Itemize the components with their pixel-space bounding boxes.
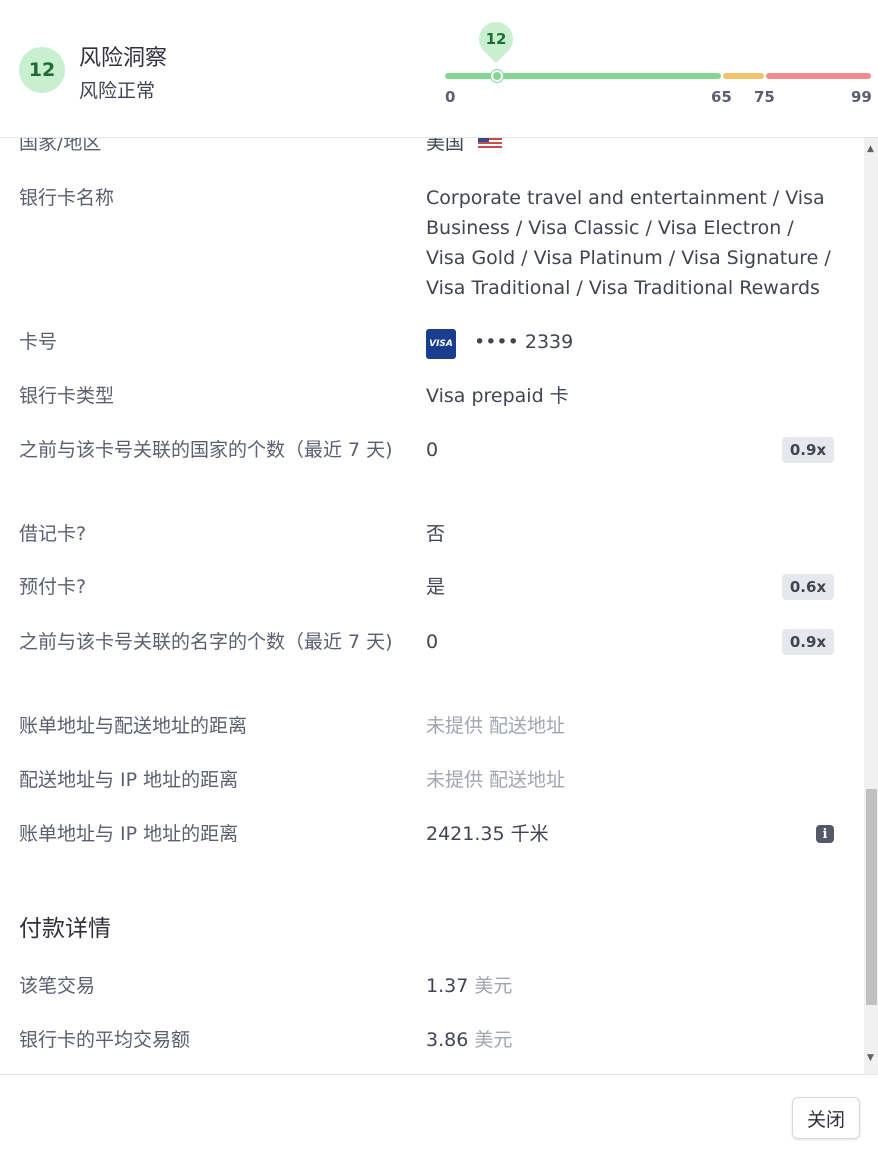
billing-ip-distance-label: 账单地址与 IP 地址的距离: [19, 823, 239, 845]
shipping-ip-distance-value: 未提供 配送地址: [426, 769, 566, 791]
us-flag-icon: [478, 138, 503, 159]
countries-linked-label: 之前与该卡号关联的国家的个数（最近 7 天): [19, 439, 393, 461]
card-number-label: 卡号: [19, 331, 58, 353]
this-transaction-value: 1.37 美元: [426, 971, 831, 1001]
names-linked-multiplier-badge[interactable]: 0.9x: [782, 629, 834, 655]
debit-label: 借记卡?: [19, 523, 87, 545]
this-transaction-amount: 1.37: [426, 975, 469, 997]
risk-insights-title: 风险洞察: [79, 46, 168, 71]
risk-status-text: 风险正常: [79, 80, 156, 102]
card-name-label: 银行卡名称: [19, 187, 115, 209]
prepaid-label: 预付卡?: [19, 576, 87, 598]
country-value: 美国: [426, 138, 831, 159]
card-average-value: 3.86 美元: [426, 1025, 831, 1055]
this-transaction-label: 该笔交易: [19, 975, 96, 997]
close-button[interactable]: 关闭: [792, 1097, 860, 1139]
card-number-value: VISA •••• 2339: [426, 327, 831, 359]
gauge-marker-label: 12: [485, 30, 507, 48]
gauge-tick-99: 99: [851, 88, 872, 106]
billing-shipping-distance-label: 账单地址与配送地址的距离: [19, 715, 248, 737]
gauge-tick-75: 75: [754, 88, 775, 106]
names-linked-label: 之前与该卡号关联的名字的个数（最近 7 天): [19, 631, 393, 653]
card-average-label: 银行卡的平均交易额: [19, 1029, 191, 1051]
country-text: 美国: [426, 138, 465, 154]
details-scroll-area[interactable]: 国家/地区 美国 银行卡名称 Corporate travel and ente…: [0, 138, 878, 1074]
gauge-highest-segment: [766, 73, 871, 79]
dialog-footer: 关闭: [0, 1074, 878, 1159]
scrollbar-thumb[interactable]: [866, 789, 877, 1005]
risk-insights-header: 12 风险洞察 风险正常 12 0 65 75 99: [0, 0, 878, 138]
visa-icon: VISA: [426, 329, 456, 359]
scroll-up-arrow-icon[interactable]: ▲: [867, 144, 874, 154]
gauge-elevated-segment: [723, 73, 764, 79]
risk-gauge: 12 0 65 75 99: [445, 14, 872, 120]
card-average-amount: 3.86: [426, 1029, 469, 1051]
card-average-currency: 美元: [474, 1029, 513, 1051]
gauge-marker-dot: [491, 70, 503, 82]
this-transaction-currency: 美元: [474, 975, 513, 997]
billing-shipping-distance-value: 未提供 配送地址: [426, 715, 566, 737]
card-type-value: Visa prepaid 卡: [426, 385, 569, 407]
debit-value: 否: [426, 523, 446, 545]
gauge-tick-0: 0: [445, 88, 456, 106]
shipping-ip-distance-label: 配送地址与 IP 地址的距离: [19, 769, 239, 791]
card-name-value: Corporate travel and entertainment / Vis…: [426, 187, 831, 299]
payment-details-title: 付款详情: [19, 916, 111, 942]
countries-linked-value: 0: [426, 439, 439, 461]
country-label: 国家/地区: [19, 138, 102, 154]
gauge-tick-65: 65: [711, 88, 732, 106]
countries-linked-multiplier-badge[interactable]: 0.9x: [782, 437, 834, 463]
card-number-masked: •••• 2339: [474, 331, 574, 353]
card-type-label: 银行卡类型: [19, 385, 115, 407]
info-icon[interactable]: i: [816, 825, 834, 843]
risk-score-badge: 12: [19, 47, 65, 93]
gauge-normal-segment: [445, 73, 721, 79]
prepaid-multiplier-badge[interactable]: 0.6x: [782, 574, 834, 600]
prepaid-value: 是: [426, 576, 446, 598]
billing-ip-distance-value: 2421.35 千米: [426, 823, 549, 845]
names-linked-value: 0: [426, 631, 439, 653]
scroll-down-arrow-icon[interactable]: ▼: [867, 1053, 874, 1063]
